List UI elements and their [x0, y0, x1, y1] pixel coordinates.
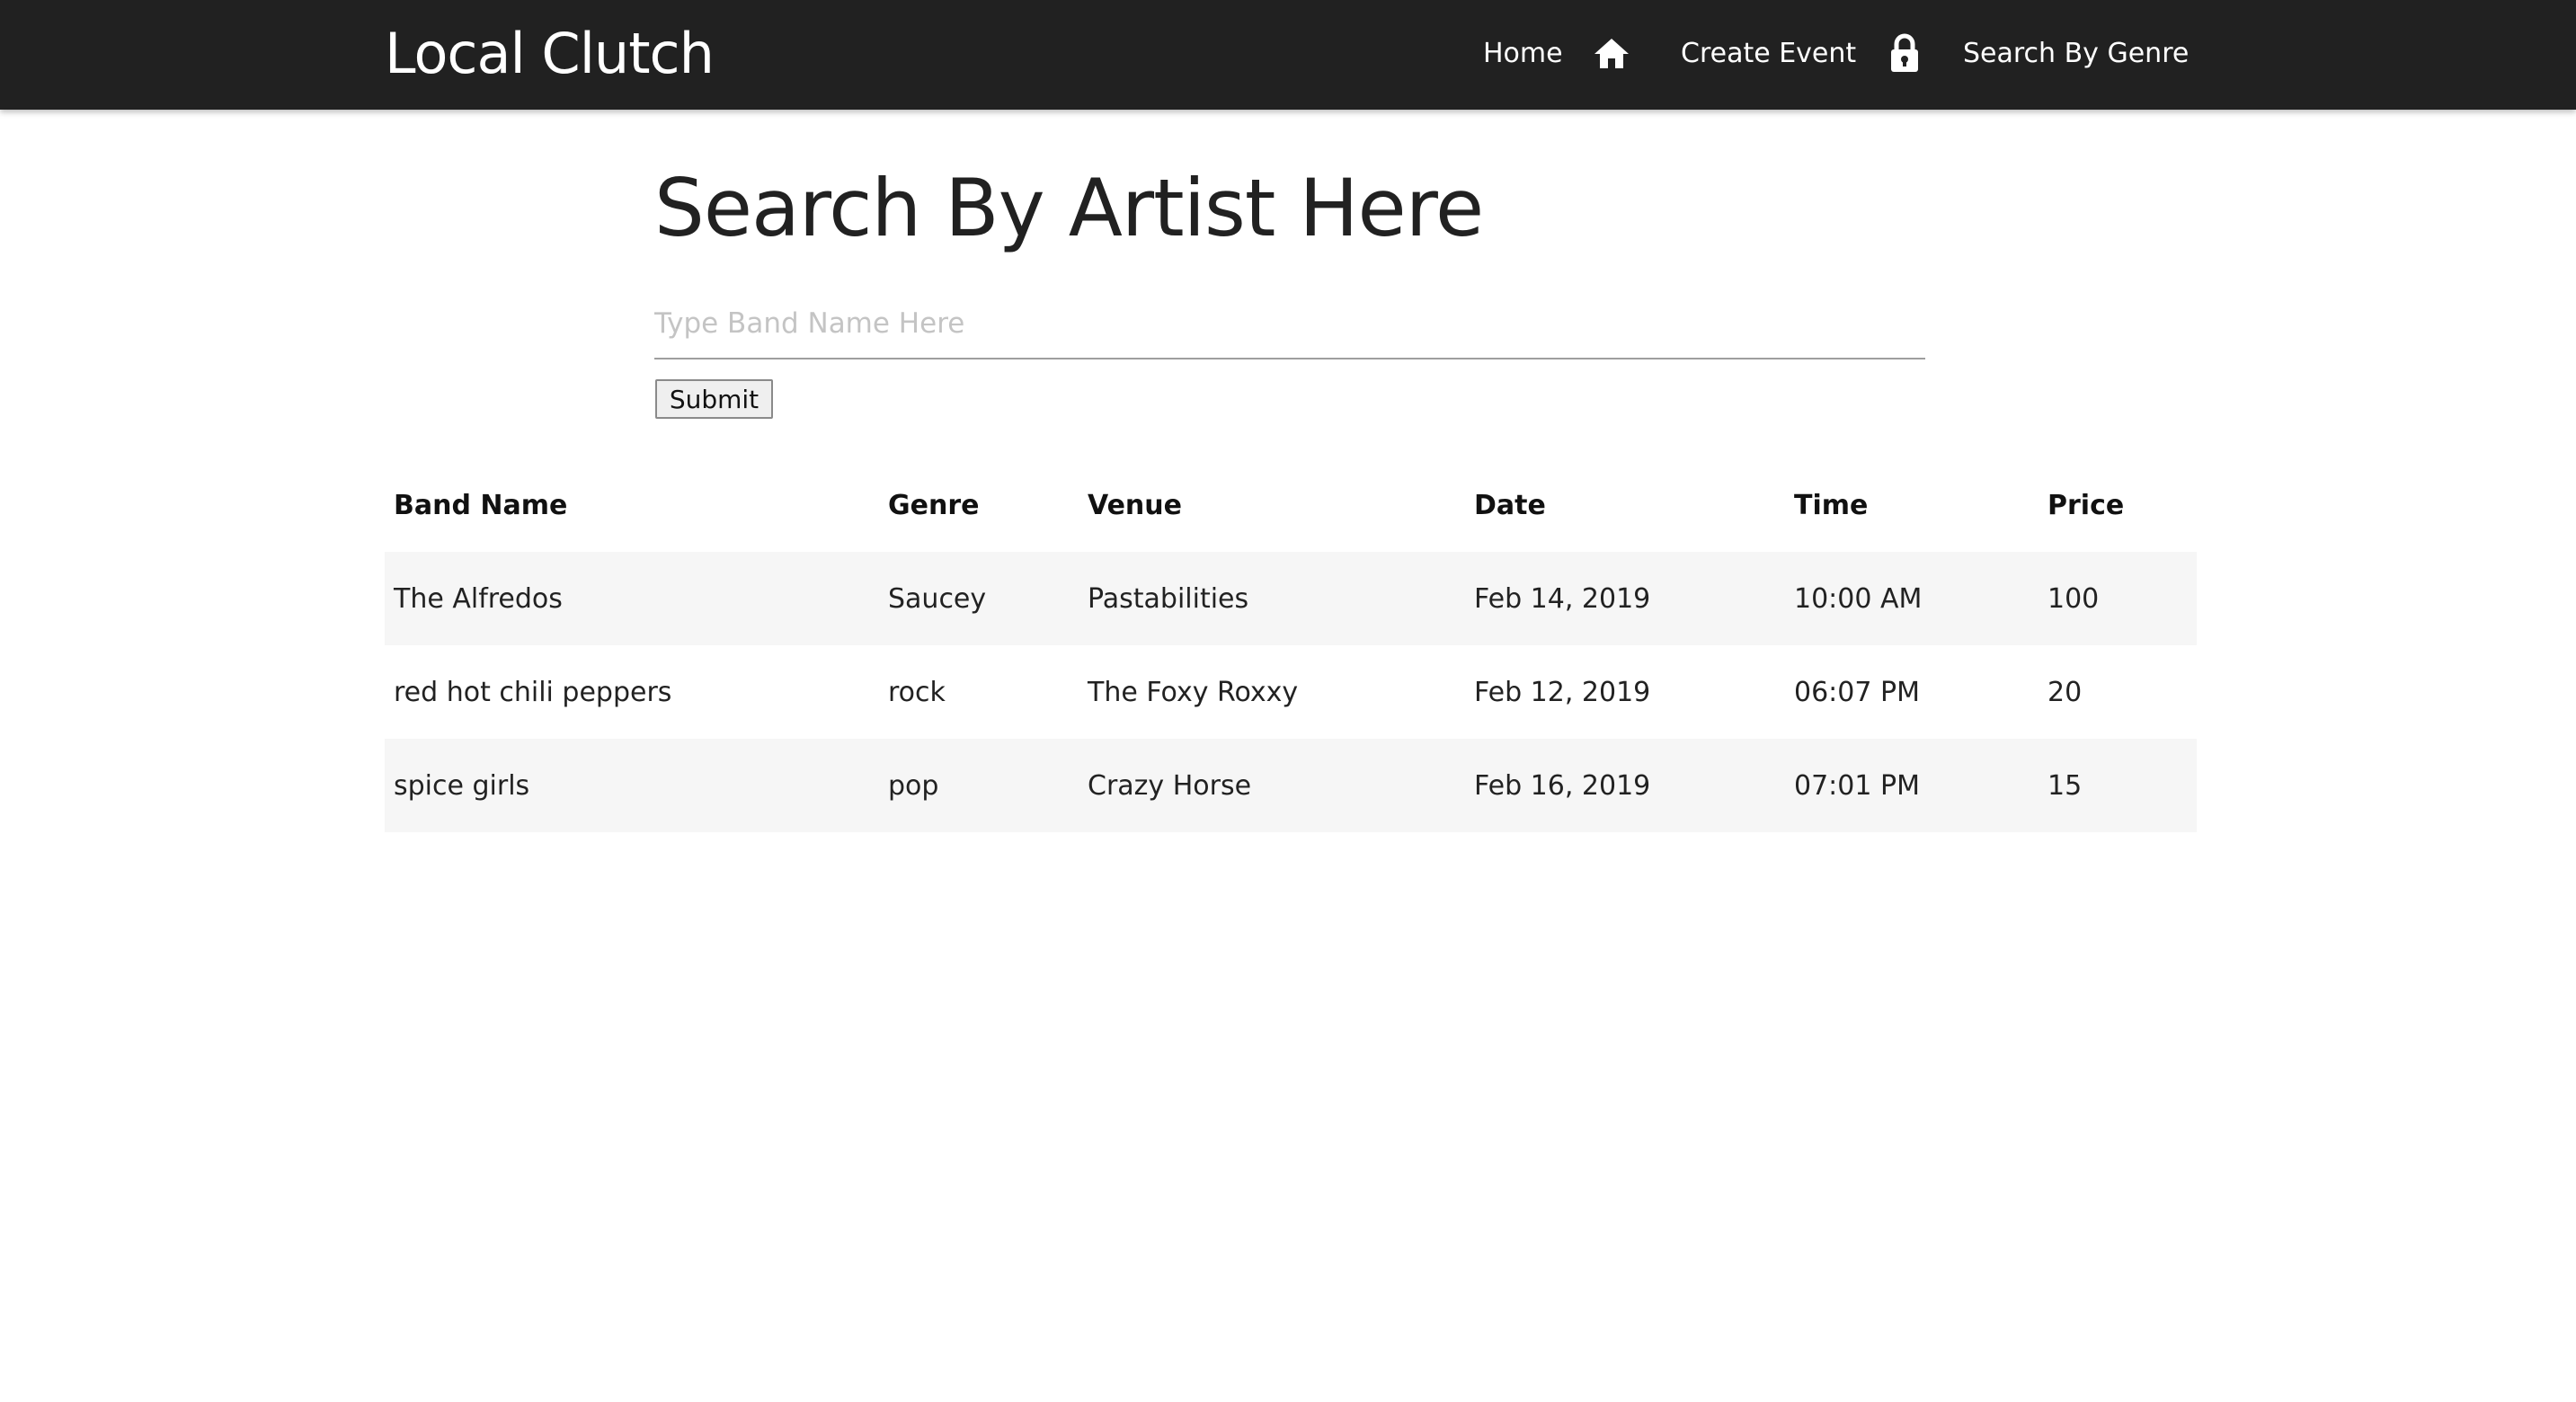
cell-time: 07:01 PM	[1794, 769, 1920, 802]
submit-button[interactable]: Submit	[655, 379, 773, 419]
cell-time: 06:07 PM	[1794, 676, 1920, 708]
cell-band-name: spice girls	[394, 769, 530, 802]
nav-home-label: Home	[1483, 37, 1563, 69]
nav-search-by-genre[interactable]: Search By Genre	[1963, 23, 2189, 83]
cell-venue: Crazy Horse	[1088, 769, 1252, 802]
column-header-time: Time	[1794, 489, 1869, 521]
brand-logo[interactable]: Local Clutch	[385, 18, 715, 90]
lock-icon	[1888, 33, 1921, 73]
column-header-price: Price	[2047, 489, 2125, 521]
top-navbar: Local Clutch Home Create Event Search By…	[0, 0, 2576, 110]
cell-date: Feb 14, 2019	[1474, 582, 1651, 615]
cell-genre: pop	[888, 769, 939, 802]
column-header-genre: Genre	[888, 489, 980, 521]
cell-genre: Saucey	[888, 582, 987, 615]
results-table: Band Name Genre Venue Date Time Price Th…	[385, 458, 2197, 832]
cell-time: 10:00 AM	[1794, 582, 1923, 615]
home-icon	[1594, 37, 1630, 69]
page-title: Search By Artist Here	[654, 162, 1484, 254]
column-header-date: Date	[1474, 489, 1546, 521]
cell-band-name: red hot chili peppers	[394, 676, 672, 708]
cell-price: 20	[2047, 676, 2083, 708]
nav-create-event[interactable]: Create Event	[1681, 23, 1921, 83]
nav-home[interactable]: Home	[1483, 23, 1630, 83]
cell-price: 15	[2047, 769, 2083, 802]
cell-genre: rock	[888, 676, 946, 708]
table-row: red hot chili peppers rock The Foxy Roxx…	[385, 645, 2197, 739]
table-row: spice girls pop Crazy Horse Feb 16, 2019…	[385, 739, 2197, 832]
nav-search-by-genre-label: Search By Genre	[1963, 37, 2190, 69]
cell-venue: The Foxy Roxxy	[1088, 676, 1299, 708]
nav-create-event-label: Create Event	[1681, 37, 1857, 69]
band-name-search-input[interactable]	[654, 289, 1925, 359]
table-header-row: Band Name Genre Venue Date Time Price	[385, 458, 2197, 552]
cell-band-name: The Alfredos	[394, 582, 563, 615]
cell-date: Feb 16, 2019	[1474, 769, 1651, 802]
cell-venue: Pastabilities	[1088, 582, 1249, 615]
table-row: The Alfredos Saucey Pastabilities Feb 14…	[385, 552, 2197, 645]
cell-date: Feb 12, 2019	[1474, 676, 1651, 708]
cell-price: 100	[2047, 582, 2100, 615]
column-header-band-name: Band Name	[394, 489, 568, 521]
column-header-venue: Venue	[1088, 489, 1182, 521]
